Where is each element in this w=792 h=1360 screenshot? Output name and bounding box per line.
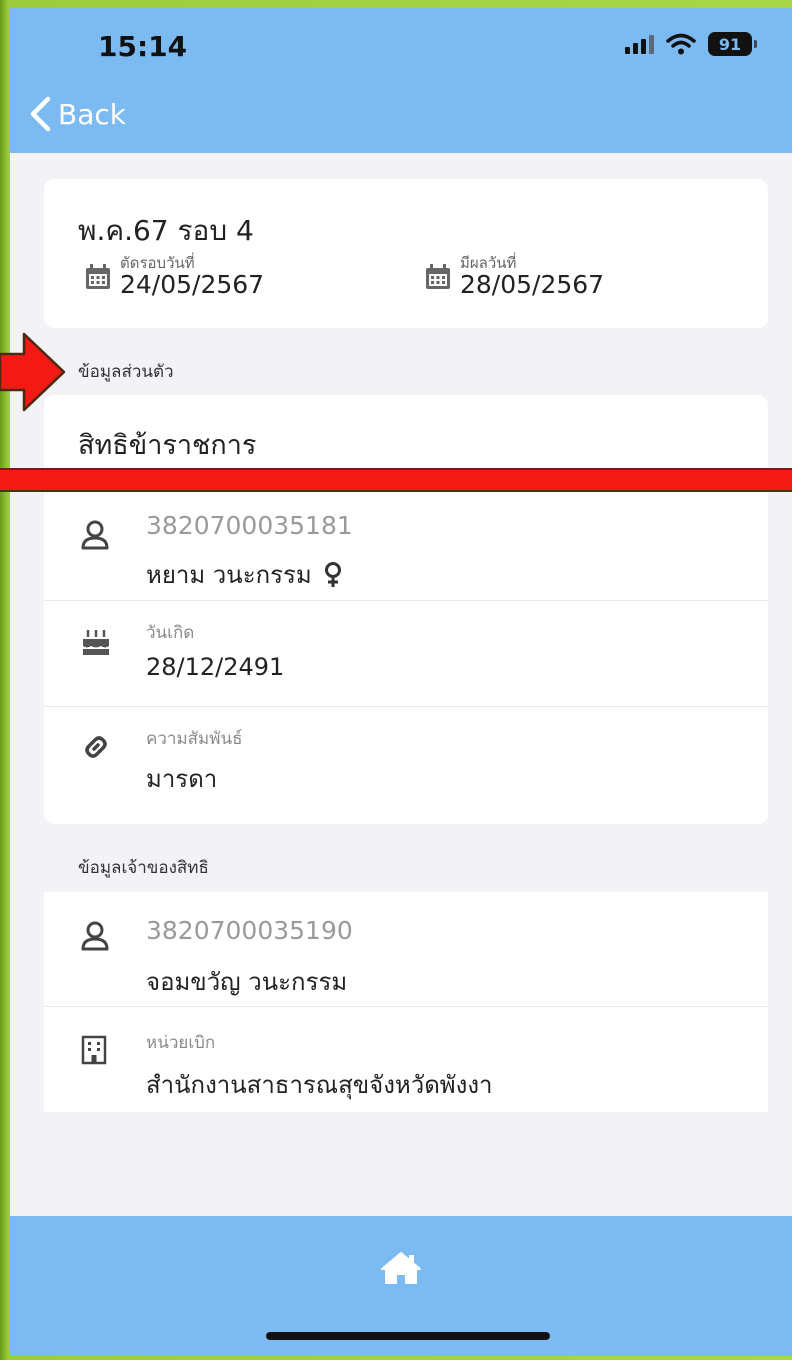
unit-label: หน่วยเบิก [146,1033,216,1053]
result-date-block: มีผลวันที่ 28/05/2567 [424,255,604,299]
owner-name: จอมขวัญ วนะกรรม [146,968,348,996]
personal-name-line: หยาม วนะกรรม [146,555,344,594]
relation-row: ความสัมพันธ์ มารดา [44,707,768,824]
back-label: Back [58,97,126,131]
owner-id-number: 3820700035190 [146,916,353,945]
person-icon [81,921,109,951]
link-icon [85,736,107,758]
result-label: มีผลวันที่ [460,254,517,272]
round-card: พ.ค.67 รอบ 4 ตัดรอบวันที่ 24/05/2567 มีผ… [44,179,768,328]
wifi-icon [666,33,696,55]
status-icons: 91 [625,32,757,56]
cake-icon [83,630,109,655]
chevron-left-icon [30,96,51,132]
phone-screen: 15:14 91 Back พ.ค.67 รอบ 4 ตัดรอบวันที่ … [10,8,792,1356]
relation-value: มารดา [146,765,218,793]
back-button[interactable]: Back [28,96,126,132]
home-indicator [266,1332,550,1340]
home-icon [381,1252,421,1284]
unit-value: สำนักงานสาธารณสุขจังหวัดพังงา [146,1071,493,1099]
personal-name: หยาม วนะกรรม [146,561,312,589]
cutoff-date: 24/05/2567 [120,270,265,299]
round-title: พ.ค.67 รอบ 4 [78,214,254,247]
building-icon [81,1035,107,1065]
calendar-icon [86,264,110,289]
bottom-tab-bar [10,1216,792,1356]
owner-card: 3820700035190 จอมขวัญ วนะกรรม หน่วยเบิก … [44,892,768,1112]
unit-row: หน่วยเบิก สำนักงานสาธารณสุขจังหวัดพังงา [44,1007,768,1112]
relation-label: ความสัมพันธ์ [146,729,243,749]
owner-id-row: 3820700035190 จอมขวัญ วนะกรรม [44,892,768,1006]
calendar-icon [426,264,450,289]
battery-icon: 91 [708,32,757,56]
rights-title: สิทธิข้าราชการ [78,430,257,461]
signal-icon [625,34,654,54]
personal-id-row: 3820700035181 หยาม วนะกรรม [44,495,768,605]
owner-section-heading: ข้อมูลเจ้าของสิทธิ [78,858,209,878]
cutoff-label: ตัดรอบวันที่ [120,254,195,272]
cutoff-date-block: ตัดรอบวันที่ 24/05/2567 [84,255,264,299]
red-arrow-annotation [0,332,66,412]
birth-date: 28/12/2491 [146,653,285,681]
battery-level: 91 [718,34,742,54]
home-button[interactable] [380,1250,422,1290]
birth-row: วันเกิด 28/12/2491 [44,601,768,706]
birth-label: วันเกิด [146,623,195,643]
red-line-annotation [0,468,792,492]
personal-id-number: 3820700035181 [146,511,353,540]
status-time: 15:14 [98,30,188,63]
person-icon [81,520,109,550]
female-icon [324,561,341,587]
result-date: 28/05/2567 [460,270,605,299]
personal-card: สิทธิข้าราชการ 3820700035181 หยาม วนะกรร… [44,395,768,824]
header: 15:14 91 Back [10,8,792,153]
personal-section-heading: ข้อมูลส่วนตัว [78,362,174,382]
